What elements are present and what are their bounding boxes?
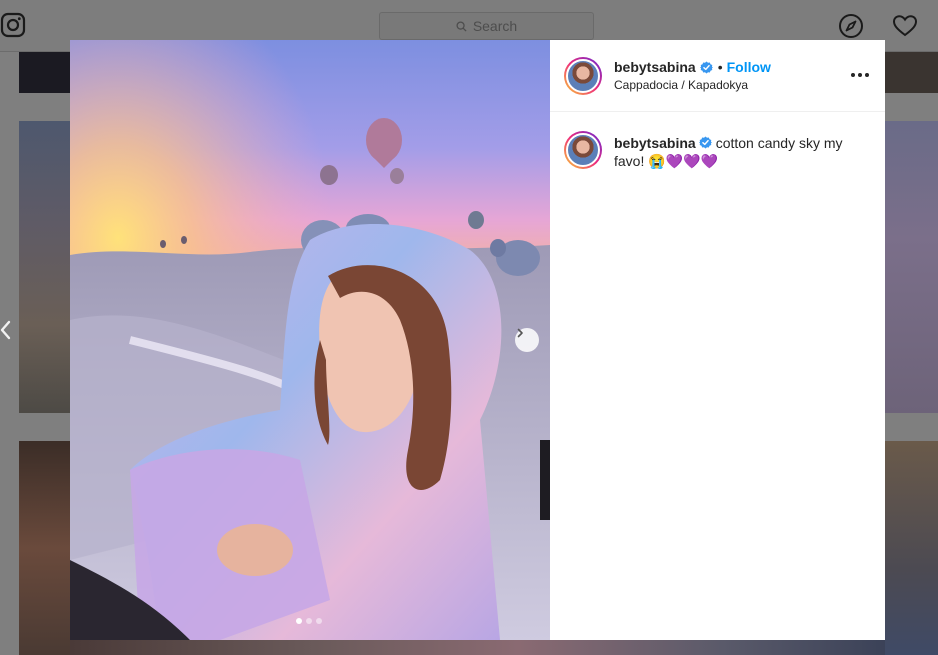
separator-dot: • [717,59,723,75]
heart-icon[interactable] [892,13,918,39]
verified-badge-icon [698,136,712,149]
post-caption: bebytsabina cotton candy sky my favo! 😭💜… [550,112,885,170]
carousel-dot-active [296,618,302,624]
background-grid-tile [19,441,71,655]
chevron-left-icon[interactable] [0,316,12,344]
avatar[interactable] [564,56,602,95]
post-sidebar: bebytsabina • Follow Cappadocia / Kapado… [550,40,885,640]
post-header: bebytsabina • Follow Cappadocia / Kapado… [550,40,885,112]
carousel-indicator [296,618,322,624]
location-link[interactable]: Cappadocia / Kapadokya [614,78,771,92]
background-grid-tile [885,441,938,655]
caption-emoji: 😭💜💜💜 [648,153,718,169]
background-grid-tile [70,640,885,655]
search-icon [456,20,467,32]
post-photo[interactable] [70,40,550,640]
search-placeholder: Search [472,18,518,34]
post-modal: bebytsabina • Follow Cappadocia / Kapado… [70,40,885,640]
instagram-logo-icon[interactable] [0,12,26,38]
carousel-dot [316,618,322,624]
background-grid-tile [19,52,71,93]
next-slide-button[interactable] [515,328,539,352]
background-grid-tile [19,121,71,413]
chevron-right-icon [517,328,523,338]
avatar[interactable] [564,131,602,169]
search-input[interactable]: Search [379,12,594,40]
more-options-icon[interactable] [851,73,869,77]
carousel-dot [306,618,312,624]
username-link[interactable]: bebytsabina [614,59,696,75]
caption-username-link[interactable]: bebytsabina [614,135,696,151]
compass-icon[interactable] [838,13,864,39]
background-grid-tile [885,121,938,413]
follow-button[interactable]: Follow [727,59,771,75]
photo-illustration [70,40,550,640]
background-grid-tile [885,52,938,93]
verified-badge-icon [699,61,713,73]
